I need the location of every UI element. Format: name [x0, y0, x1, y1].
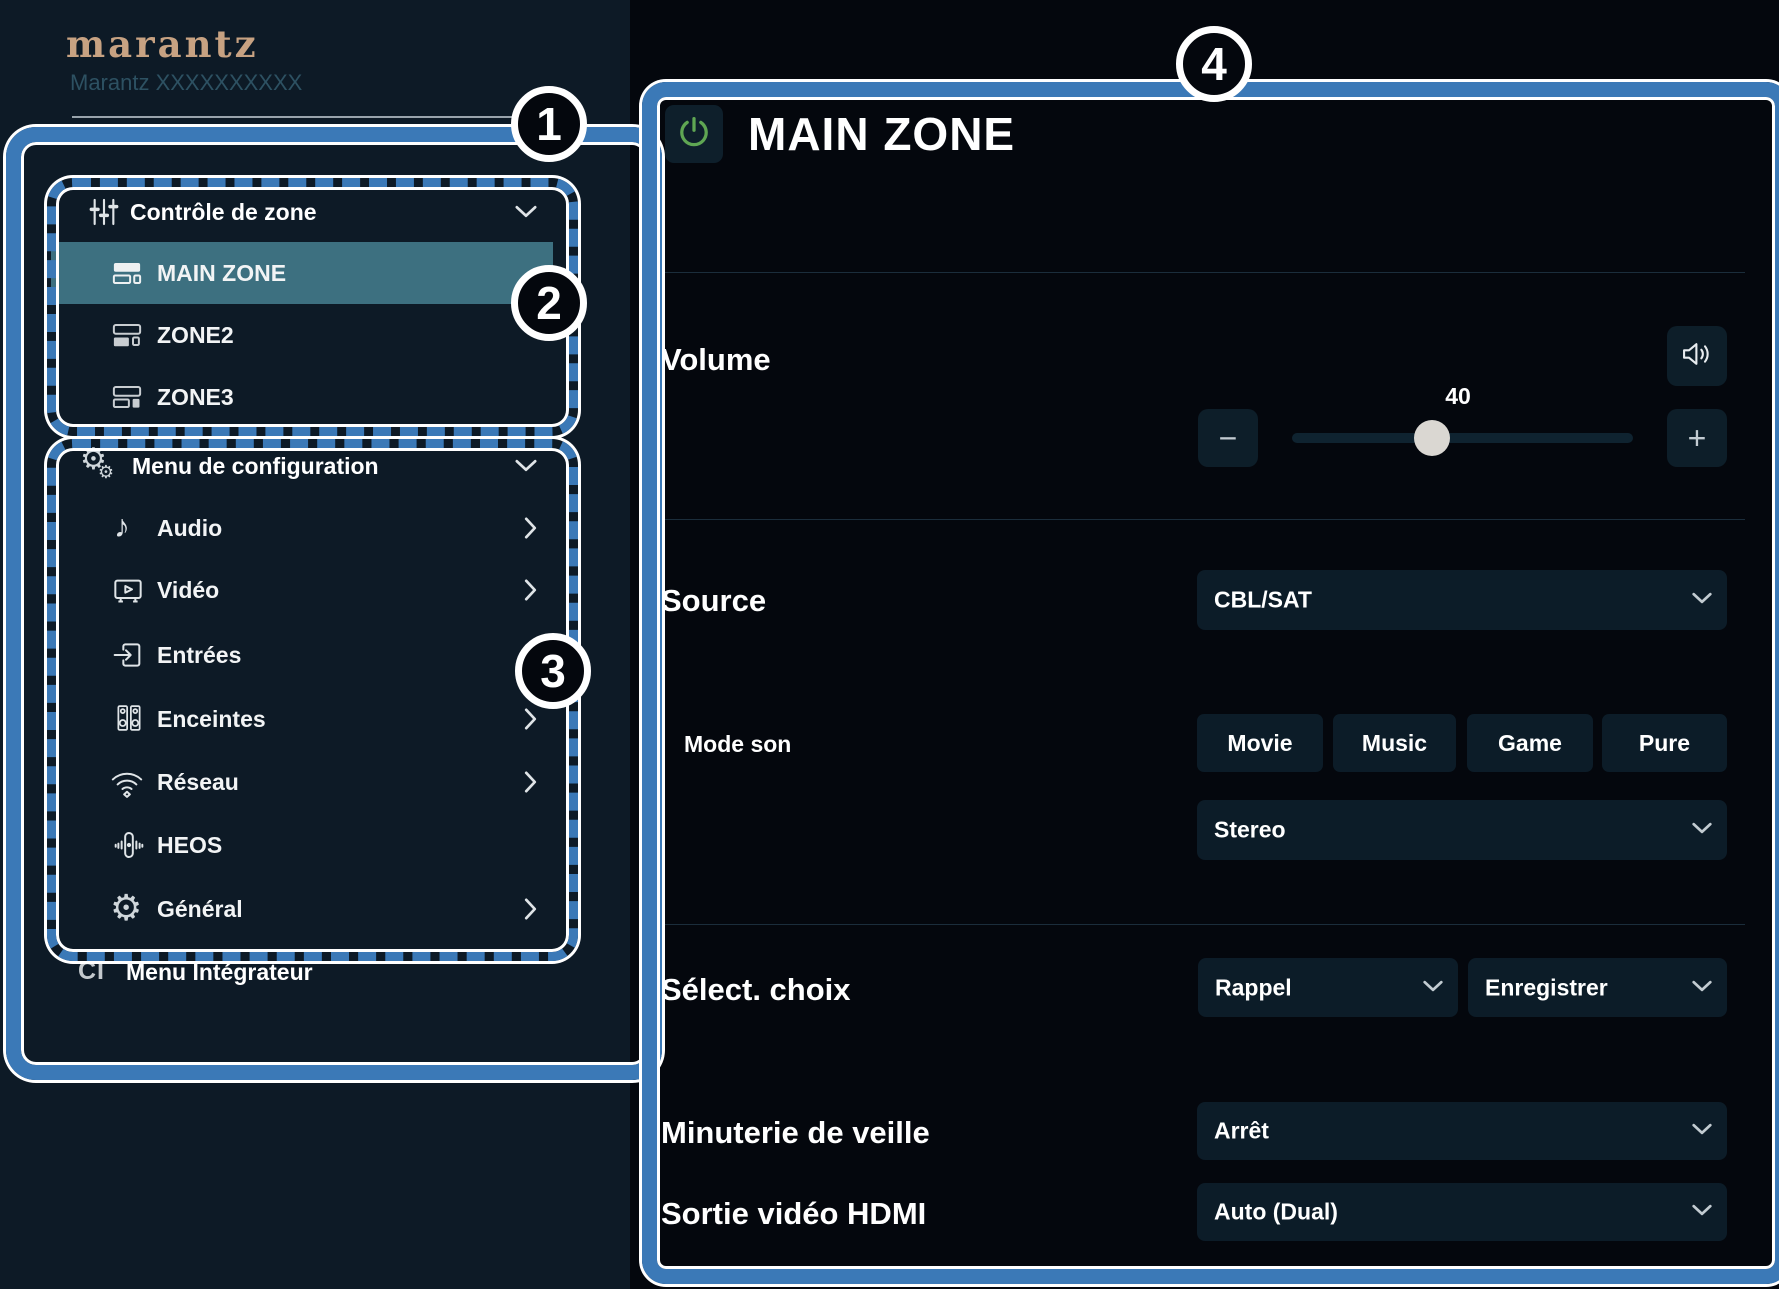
chevron-right-icon[interactable] — [524, 898, 537, 925]
sound-mode-movie-button[interactable]: Movie — [1197, 714, 1323, 772]
divider — [663, 924, 1745, 925]
sidebar-item-network[interactable]: Réseau — [157, 769, 239, 796]
sidebar-item-audio[interactable]: Audio — [157, 515, 222, 542]
chevron-down-icon — [1423, 979, 1443, 997]
marantz-web-control-screen: marantz Marantz XXXXXXXXXX Contrôle de z… — [0, 0, 1779, 1289]
sidebar-item-main-zone[interactable]: MAIN ZONE — [157, 260, 286, 287]
mute-button[interactable] — [1667, 326, 1727, 386]
sidebar-item-integrator-menu[interactable]: Menu Intégrateur — [126, 959, 313, 986]
save-value: Enregistrer — [1485, 974, 1608, 1000]
sidebar-item-heos[interactable]: HEOS — [157, 832, 222, 859]
sidebar-item-general[interactable]: Général — [157, 896, 243, 923]
quick-select-label: Sélect. choix — [661, 972, 851, 1007]
ci-icon: CI — [78, 957, 105, 985]
speaker-icon — [1681, 340, 1713, 373]
chevron-down-icon — [1692, 591, 1712, 609]
chevron-down-icon — [1692, 1122, 1712, 1140]
sound-mode-music-button[interactable]: Music — [1333, 714, 1456, 772]
sleep-timer-selected-value: Arrêt — [1214, 1117, 1269, 1144]
general-gear-icon: ⚙ — [110, 887, 143, 928]
volume-up-button[interactable]: + — [1667, 409, 1727, 467]
power-button[interactable] — [665, 105, 723, 163]
sleep-timer-label: Minuterie de veille — [661, 1115, 930, 1150]
volume-slider-track[interactable] — [1292, 433, 1633, 443]
main-zone-icon — [112, 258, 142, 288]
chevron-down-icon — [1692, 821, 1712, 839]
heos-icon — [112, 828, 146, 862]
network-wifi-icon — [110, 766, 144, 800]
zone3-icon — [112, 382, 142, 412]
sleep-timer-dropdown[interactable]: Arrêt — [1197, 1102, 1727, 1160]
sidebar-item-zone2[interactable]: ZONE2 — [157, 322, 234, 349]
sound-mode-label: Mode son — [684, 731, 792, 757]
recall-value: Rappel — [1215, 974, 1292, 1000]
minus-icon: − — [1218, 420, 1238, 456]
hdmi-output-dropdown[interactable]: Auto (Dual) — [1197, 1183, 1727, 1241]
sidebar-item-speakers[interactable]: Enceintes — [157, 706, 266, 733]
sound-mode-selected-value: Stereo — [1214, 816, 1286, 843]
zone2-icon — [112, 320, 142, 350]
marantz-logo: marantz — [66, 22, 259, 66]
video-tv-icon — [112, 574, 144, 606]
callout-number-4: 4 — [1176, 26, 1252, 102]
plus-icon: + — [1687, 420, 1707, 456]
volume-slider-handle[interactable] — [1414, 420, 1450, 456]
chevron-right-icon[interactable] — [524, 644, 537, 671]
sidebar-item-zone3[interactable]: ZONE3 — [157, 384, 234, 411]
sound-mode-game-button[interactable]: Game — [1467, 714, 1593, 772]
chevron-down-icon[interactable] — [515, 459, 537, 477]
audio-note-icon: ♪ — [114, 508, 130, 544]
sound-mode-pure-button[interactable]: Pure — [1602, 714, 1727, 772]
sidebar-item-inputs[interactable]: Entrées — [157, 642, 241, 669]
inputs-icon — [112, 639, 144, 671]
chevron-right-icon[interactable] — [524, 579, 537, 606]
sidebar-divider — [72, 116, 544, 118]
hdmi-output-label: Sortie vidéo HDMI — [661, 1196, 927, 1231]
hdmi-output-selected-value: Auto (Dual) — [1214, 1198, 1338, 1225]
model-name-text: Marantz XXXXXXXXXX — [70, 70, 303, 95]
volume-value: 40 — [1445, 383, 1471, 409]
quick-select-recall-dropdown[interactable]: Rappel — [1198, 958, 1458, 1017]
divider — [663, 519, 1745, 520]
volume-down-button[interactable]: − — [1198, 409, 1258, 467]
divider — [663, 272, 1745, 273]
chevron-right-icon[interactable] — [524, 771, 537, 798]
chevron-right-icon[interactable] — [524, 517, 537, 544]
chevron-down-icon — [1692, 979, 1712, 997]
source-label: Source — [661, 583, 767, 618]
config-menu-title[interactable]: Menu de configuration — [132, 453, 379, 480]
volume-label: Volume — [661, 342, 771, 377]
zone-menu-title[interactable]: Contrôle de zone — [130, 199, 317, 226]
sidebar-item-video[interactable]: Vidéo — [157, 577, 219, 604]
zone-control-sliders-icon — [88, 196, 120, 228]
main-zone-title: MAIN ZONE — [748, 108, 1016, 160]
speakers-icon — [114, 703, 144, 733]
sound-mode-dropdown[interactable]: Stereo — [1197, 800, 1727, 860]
source-dropdown[interactable]: CBL/SAT — [1197, 570, 1727, 630]
power-icon — [677, 115, 711, 154]
config-gears-icon: ⚙⚙ — [80, 443, 115, 482]
chevron-down-icon[interactable] — [515, 205, 537, 223]
quick-select-save-dropdown[interactable]: Enregistrer — [1468, 958, 1727, 1017]
chevron-down-icon — [1692, 1203, 1712, 1221]
source-selected-value: CBL/SAT — [1214, 586, 1312, 613]
chevron-right-icon[interactable] — [524, 708, 537, 735]
